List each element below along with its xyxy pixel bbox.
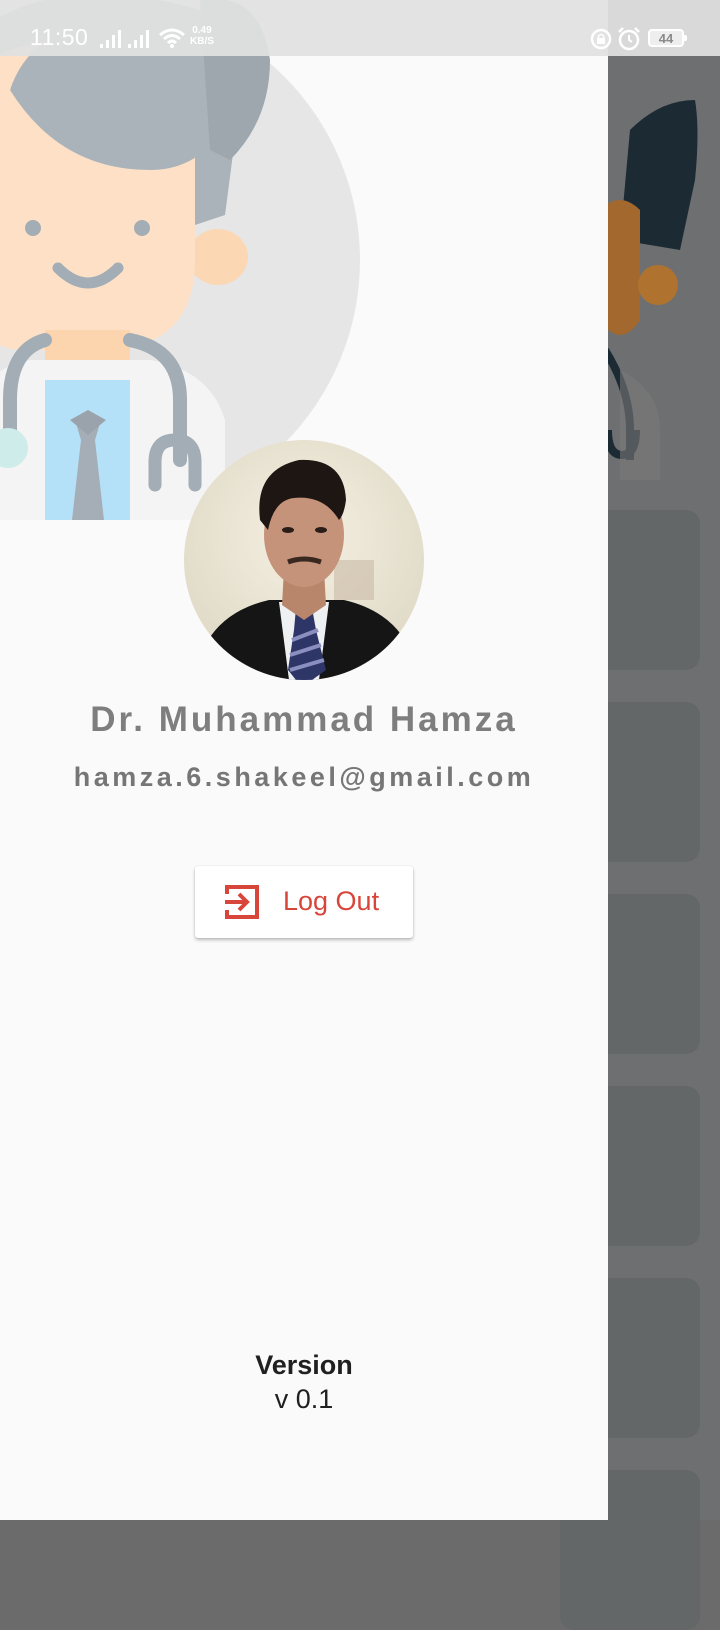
rotation-lock-icon xyxy=(590,28,612,50)
status-bar: 11:50 0.49 KB/S 44 xyxy=(0,0,720,56)
user-profile-photo xyxy=(184,440,424,680)
profile-avatar[interactable] xyxy=(184,440,424,680)
network-speed-unit: KB/S xyxy=(190,36,214,47)
network-speed-value: 0.49 xyxy=(192,25,212,36)
version-title: Version xyxy=(255,1350,353,1380)
user-email: hamza.6.shakeel@gmail.com xyxy=(73,762,535,792)
network-speed: 0.49 KB/S xyxy=(190,25,214,47)
logout-icon xyxy=(225,885,259,919)
logout-button[interactable]: Log Out xyxy=(195,866,413,938)
signal-icon xyxy=(100,30,121,48)
wifi-icon xyxy=(159,28,185,48)
navigation-drawer: Dr. Muhammad Hamza hamza.6.shakeel@gmail… xyxy=(0,0,608,1520)
battery-indicator: 44 xyxy=(648,29,687,47)
signal-icon xyxy=(128,30,149,48)
logout-label: Log Out xyxy=(283,886,380,916)
alarm-icon xyxy=(618,27,640,51)
status-time: 11:50 xyxy=(30,24,89,50)
user-name: Dr. Muhammad Hamza xyxy=(90,700,518,739)
version-value: v 0.1 xyxy=(274,1384,334,1414)
